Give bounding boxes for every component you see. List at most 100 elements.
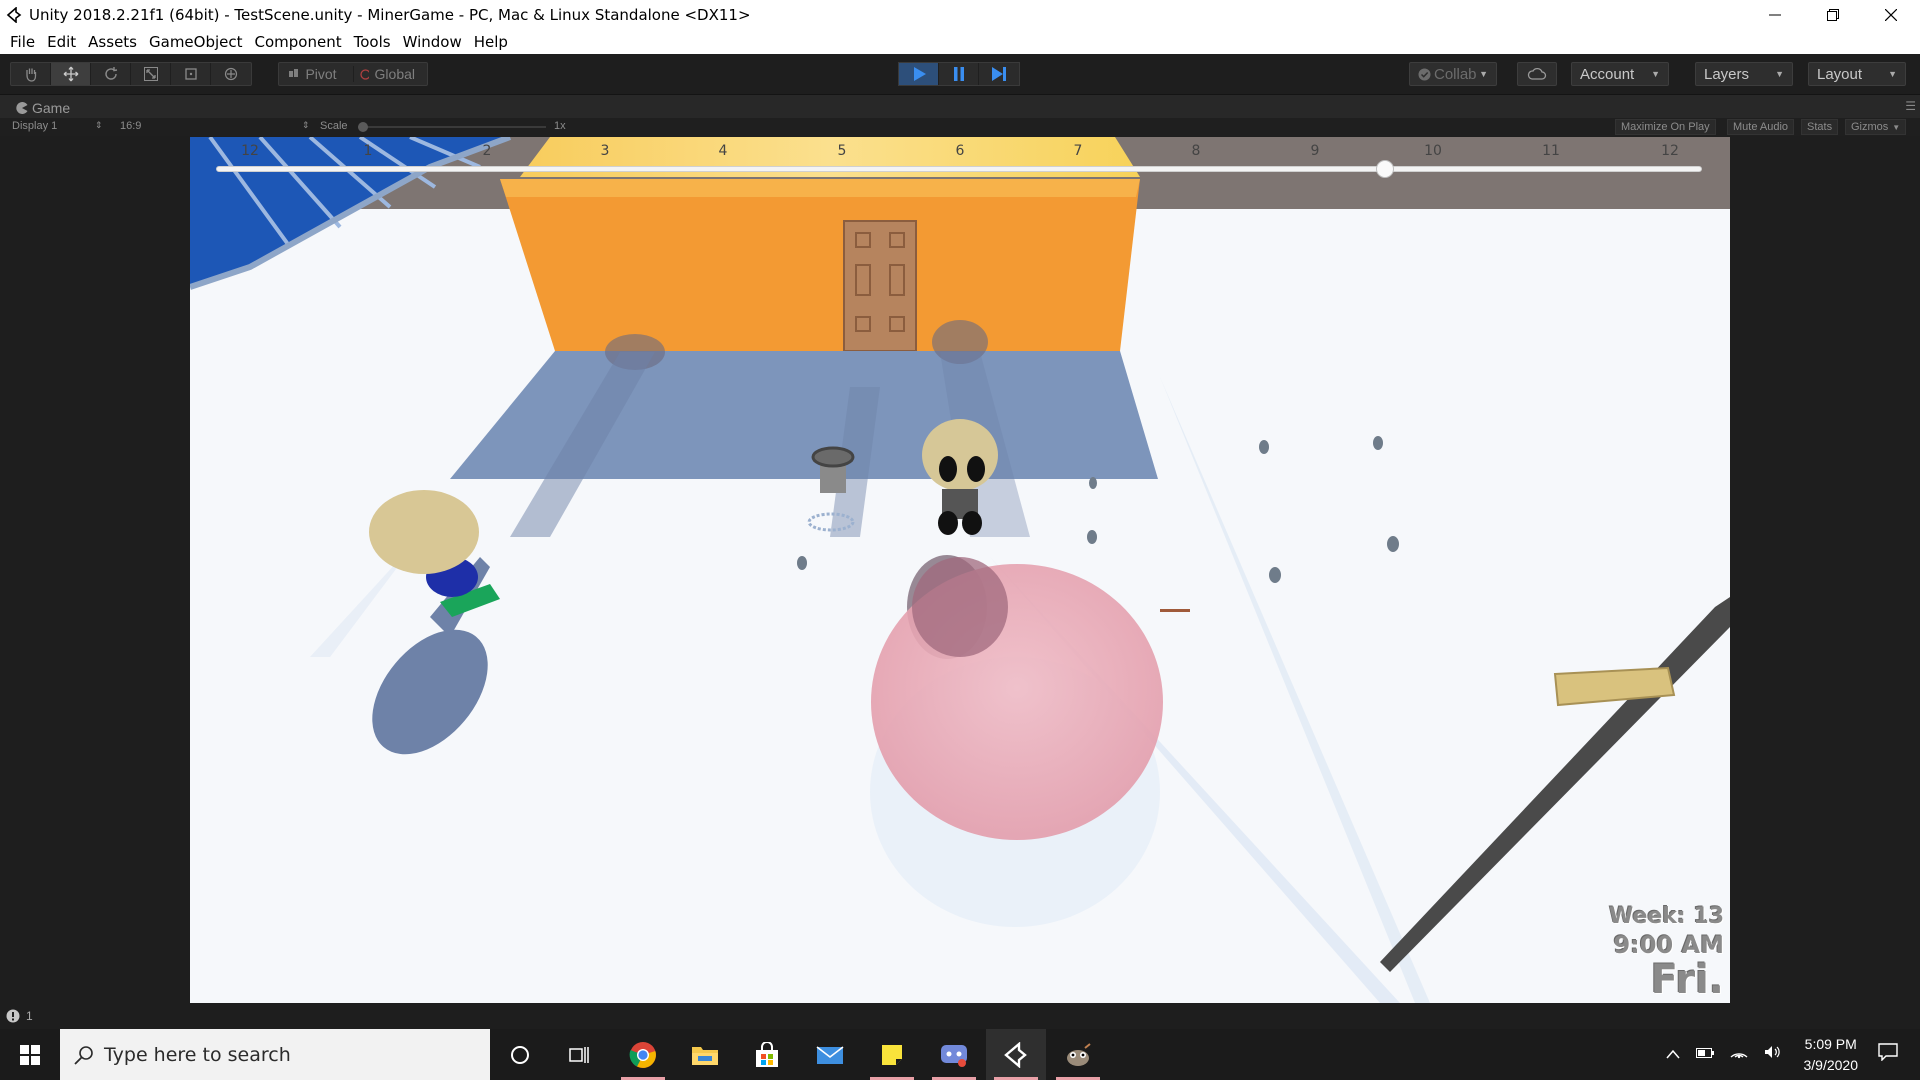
unity-logo-icon xyxy=(1004,1041,1027,1068)
unity-logo-icon xyxy=(3,4,25,26)
move-tool-button[interactable] xyxy=(51,63,91,85)
skull-foot xyxy=(938,511,958,535)
pivot-icon xyxy=(289,69,299,77)
day-label: Fri. xyxy=(1650,957,1724,1003)
main-toolbar: Pivot Global Collab ▼ Account ▼ Layers ▼… xyxy=(0,54,1920,94)
task-view-button[interactable] xyxy=(550,1029,610,1080)
panel-menu-icon[interactable]: ☰ xyxy=(1905,99,1916,113)
scale-slider-track[interactable] xyxy=(358,126,546,128)
cortana-button[interactable] xyxy=(490,1029,550,1080)
layout-label: Layout xyxy=(1817,65,1863,83)
scale-label: Scale xyxy=(320,120,348,132)
tick-label: 4 xyxy=(718,143,728,159)
global-label: Global xyxy=(374,66,415,82)
cloud-button[interactable] xyxy=(1517,62,1557,86)
play-button[interactable] xyxy=(899,63,939,85)
game-view-toolbar: Display 1 ⇕ 16:9 ⇕ Scale 1x Maximize On … xyxy=(0,118,1920,136)
windows-taskbar: Type here to search 5:09 PM 3/9/2020 xyxy=(0,1029,1920,1080)
hand-icon xyxy=(25,68,36,82)
game-tab-header: Game ☰ xyxy=(0,94,1920,118)
chevron-down-icon: ▼ xyxy=(1888,69,1897,79)
game-view[interactable]: 12 1 2 3 4 5 6 7 8 9 10 11 12 Week: 13 9… xyxy=(190,137,1730,1003)
taskbar-store[interactable] xyxy=(737,1029,797,1080)
taskbar-search-box[interactable]: Type here to search xyxy=(60,1029,490,1080)
pivot-label: Pivot xyxy=(305,66,337,82)
rect-icon xyxy=(184,68,197,80)
taskbar-clock[interactable]: 5:09 PM 3/9/2020 xyxy=(1804,1034,1859,1076)
menu-assets[interactable]: Assets xyxy=(82,33,143,51)
skull-eye xyxy=(967,456,985,482)
tick-label: 3 xyxy=(600,143,610,159)
taskbar-discord[interactable] xyxy=(924,1029,984,1080)
week-label: Week: 13 xyxy=(1608,904,1724,929)
mushroom-cap xyxy=(369,490,479,574)
tick-label: 12 xyxy=(241,143,259,159)
menu-tools[interactable]: Tools xyxy=(348,33,397,51)
tab-game-label: Game xyxy=(32,99,71,116)
barrel-top xyxy=(811,446,855,468)
taskbar-chrome[interactable] xyxy=(613,1029,673,1080)
wifi-icon[interactable] xyxy=(1730,1045,1748,1064)
mute-audio-toggle[interactable]: Mute Audio xyxy=(1727,119,1795,135)
tick-label: 1 xyxy=(363,143,373,159)
menu-file[interactable]: File xyxy=(4,33,41,51)
scale-tool-button[interactable] xyxy=(131,63,171,85)
window-titlebar: Unity 2018.2.21f1 (64bit) - TestScene.un… xyxy=(0,0,1920,29)
tick-label: 5 xyxy=(837,143,847,159)
folder-icon xyxy=(692,1046,718,1065)
stats-label: Stats xyxy=(1807,121,1833,133)
stats-toggle[interactable]: Stats xyxy=(1801,119,1839,135)
gizmos-toggle[interactable]: Gizmos ▼ xyxy=(1845,119,1907,135)
close-button[interactable] xyxy=(1862,0,1920,29)
aspect-select[interactable]: 16:9 xyxy=(120,120,141,132)
pause-button[interactable] xyxy=(939,63,979,85)
layers-dropdown[interactable]: Layers ▼ xyxy=(1695,62,1793,86)
display-select[interactable]: Display 1 xyxy=(12,120,57,132)
hand-tool-button[interactable] xyxy=(11,63,51,85)
minimize-button[interactable] xyxy=(1746,0,1804,29)
start-button[interactable] xyxy=(0,1029,60,1080)
notification-icon[interactable] xyxy=(1878,1043,1898,1066)
clock-date: 3/9/2020 xyxy=(1803,1056,1859,1073)
account-dropdown[interactable]: Account ▼ xyxy=(1571,62,1669,86)
collab-label: Collab xyxy=(1434,65,1477,83)
tab-game[interactable]: Game xyxy=(8,97,78,118)
collab-dropdown[interactable]: Collab ▼ xyxy=(1409,62,1497,86)
menu-help[interactable]: Help xyxy=(468,33,514,51)
window-title: Unity 2018.2.21f1 (64bit) - TestScene.un… xyxy=(29,5,751,24)
menu-gameobject[interactable]: GameObject xyxy=(143,33,249,51)
chevron-up-icon[interactable] xyxy=(1665,1046,1680,1064)
pivot-button[interactable]: Pivot xyxy=(279,66,354,82)
rotate-tool-button[interactable] xyxy=(91,63,131,85)
scale-slider-handle[interactable] xyxy=(358,122,368,132)
game-scene xyxy=(190,137,1730,1003)
step-button[interactable] xyxy=(979,63,1019,85)
volume-icon[interactable] xyxy=(1764,1045,1782,1064)
skull-foot xyxy=(962,511,982,535)
pause-icon xyxy=(953,67,964,81)
layout-dropdown[interactable]: Layout ▼ xyxy=(1808,62,1906,86)
orange-wall-top xyxy=(500,179,1140,197)
discord-game-icon xyxy=(941,1044,967,1067)
menu-edit[interactable]: Edit xyxy=(41,33,82,51)
close-icon xyxy=(1885,8,1897,21)
time-slider-track[interactable] xyxy=(216,166,1702,172)
global-button[interactable]: Global xyxy=(354,66,427,82)
rect-tool-button[interactable] xyxy=(171,63,211,85)
taskbar-gimp[interactable] xyxy=(1048,1029,1108,1080)
playback-controls xyxy=(898,62,1020,86)
taskbar-unity[interactable] xyxy=(986,1029,1046,1080)
menu-component[interactable]: Component xyxy=(249,33,348,51)
taskbar-file-explorer[interactable] xyxy=(675,1029,735,1080)
transform-tool-button[interactable] xyxy=(211,63,251,85)
info-icon[interactable] xyxy=(6,1009,20,1023)
menu-window[interactable]: Window xyxy=(397,33,468,51)
globe-icon xyxy=(360,68,369,80)
maximize-on-play-toggle[interactable]: Maximize On Play xyxy=(1615,119,1716,135)
play-icon xyxy=(913,67,926,81)
taskbar-sticky-notes[interactable] xyxy=(862,1029,922,1080)
tick-label: 6 xyxy=(955,143,965,159)
taskbar-mail[interactable] xyxy=(800,1029,860,1080)
battery-icon[interactable] xyxy=(1695,1046,1714,1064)
restore-button[interactable] xyxy=(1804,0,1862,29)
